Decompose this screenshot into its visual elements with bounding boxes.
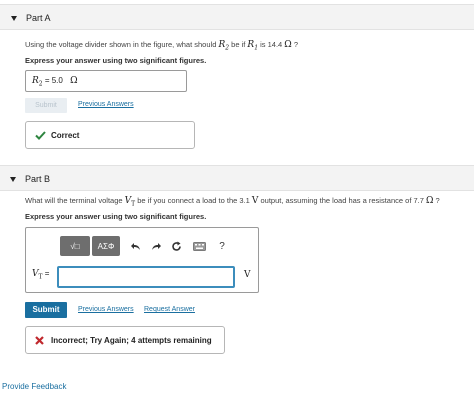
- provide-feedback-link[interactable]: Provide Feedback: [2, 382, 66, 391]
- greek-symbols-button[interactable]: ΑΣΦ: [92, 236, 120, 256]
- part-a-header[interactable]: Part A: [0, 4, 474, 30]
- part-a-instruction: Express your answer using two significan…: [25, 56, 207, 65]
- part-a-answer-box: R2 = 5.0 Ω: [25, 70, 187, 92]
- part-b-feedback-box: Incorrect; Try Again; 4 attempts remaini…: [25, 326, 225, 354]
- part-a-title: Part A: [26, 13, 51, 23]
- redo-icon[interactable]: [148, 236, 164, 256]
- math-toolbar: √□ ΑΣΦ ?: [60, 236, 240, 256]
- collapse-triangle-icon: [11, 16, 17, 21]
- part-a-answer-text: R2 = 5.0 Ω: [32, 76, 78, 88]
- part-a-feedback-text: Correct: [51, 131, 80, 140]
- part-b-previous-answers-link[interactable]: Previous Answers: [78, 306, 134, 313]
- part-b-unit: V: [244, 270, 251, 280]
- keyboard-icon[interactable]: [190, 236, 208, 256]
- part-a-feedback-box: Correct: [25, 121, 195, 149]
- x-mark-icon: [35, 336, 44, 345]
- part-a-submit-button[interactable]: Submit: [25, 98, 67, 113]
- part-b-answer-panel: √□ ΑΣΦ ? VT = V: [25, 227, 259, 293]
- templates-button[interactable]: √□: [60, 236, 90, 256]
- part-b-request-answer-link[interactable]: Request Answer: [144, 306, 195, 313]
- part-b-title: Part B: [25, 174, 51, 184]
- part-b-submit-button[interactable]: Submit: [25, 302, 67, 318]
- part-b-answer-input[interactable]: [57, 266, 235, 288]
- part-b-question: What will the terminal voltage VT be if …: [25, 196, 440, 208]
- part-a-previous-answers-link[interactable]: Previous Answers: [78, 101, 134, 108]
- part-a-question: Using the voltage divider shown in the f…: [25, 40, 299, 52]
- undo-icon[interactable]: [128, 236, 144, 256]
- checkmark-icon: [35, 131, 46, 140]
- help-button[interactable]: ?: [214, 236, 230, 256]
- part-b-header[interactable]: Part B: [0, 165, 474, 191]
- reset-icon[interactable]: [168, 236, 184, 256]
- part-b-feedback-text: Incorrect; Try Again; 4 attempts remaini…: [51, 336, 212, 345]
- part-b-answer-label: VT =: [32, 269, 50, 281]
- part-b-instruction: Express your answer using two significan…: [25, 212, 207, 221]
- collapse-triangle-icon: [10, 177, 16, 182]
